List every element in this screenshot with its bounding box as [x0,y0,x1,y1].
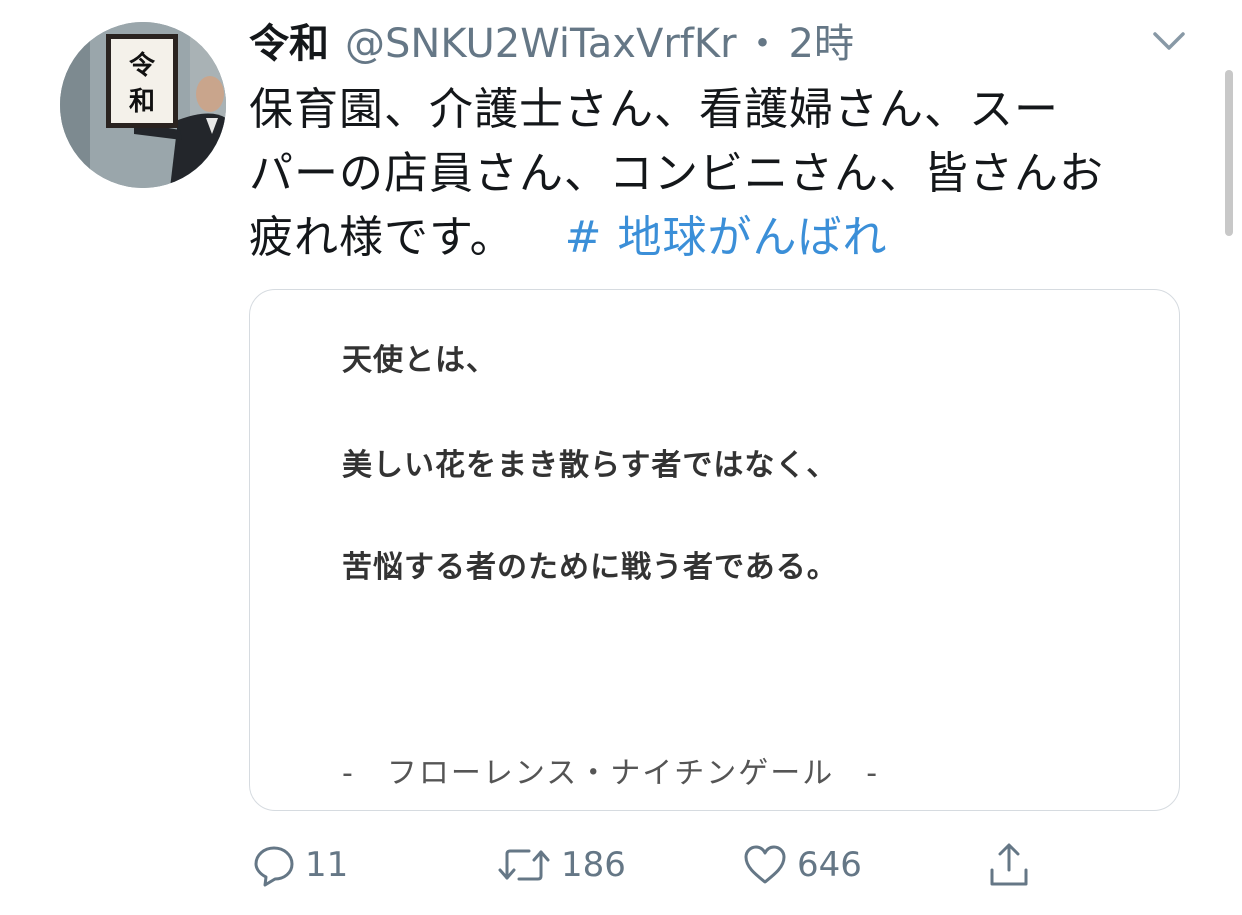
hashtag-link[interactable]: # 地球がんばれ [565,212,888,263]
heart-icon [741,842,789,888]
author-handle[interactable]: @SNKU2WiTaxVrfKr [345,16,737,72]
reply-count: 11 [305,845,349,885]
like-count: 646 [797,845,862,885]
tweet-text-line: 疲れ様です。 # 地球がんばれ [249,206,1209,270]
timestamp[interactable]: 2時 [789,16,854,72]
action-bar: 11 186 646 [249,835,1049,895]
like-button[interactable]: 646 [741,835,862,895]
tweet-text: 保育園、介護士さん、看護婦さん、スー パーの店員さん、コンビニさん、皆さんお 疲… [249,78,1209,270]
author-name[interactable]: 令和 [249,16,329,72]
retweet-button[interactable]: 186 [495,835,626,895]
separator-dot: ・ [742,21,783,67]
sign-char-2: 和 [129,87,155,117]
share-button[interactable] [984,835,1034,895]
share-icon [984,840,1034,890]
tweet-text-line: 保育園、介護士さん、看護婦さん、スー [249,84,1059,135]
quote-attribution: - フローレンス・ナイチンゲール - [342,756,880,791]
chevron-down-icon[interactable] [1150,26,1188,56]
tweet-text-line-content: 疲れ様です。 [249,212,515,263]
scrollbar[interactable] [1225,70,1233,236]
retweet-count: 186 [561,845,626,885]
quote-line: 苦悩する者のために戦う者である。 [342,550,838,585]
tweet-header: 令和 @SNKU2WiTaxVrfKr ・ 2時 [249,16,854,72]
reply-icon [251,842,297,888]
sign-char-1: 令 [129,50,156,81]
media-card[interactable]: 天使とは、 美しい花をまき散らす者ではなく、 苦悩する者のために戦う者である。 … [249,289,1180,811]
tweet-text-line: パーの店員さん、コンビニさん、皆さんお [249,148,1104,199]
reply-button[interactable]: 11 [251,835,348,895]
avatar[interactable]: 令 和 [60,22,226,188]
quote-line: 天使とは、 [342,343,497,378]
quote-line: 美しい花をまき散らす者ではなく、 [342,448,838,483]
retweet-icon [495,842,553,888]
